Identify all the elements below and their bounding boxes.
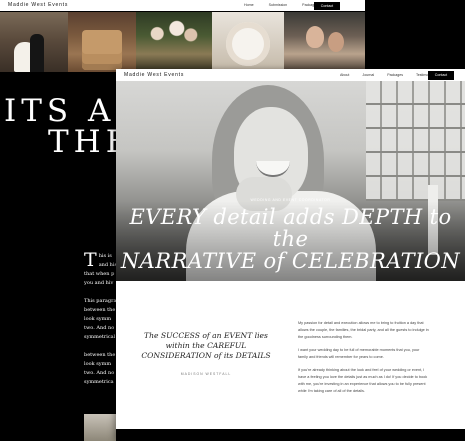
quote-line3: CONSIDERATION of its DETAILS — [141, 351, 271, 360]
back-navbar: Maddie West Events Home Submission Packa… — [0, 0, 365, 11]
gallery-photo-family — [284, 12, 365, 72]
back-paragraph-3: between the look symm two. And no symmet… — [84, 351, 118, 387]
window-frame-shape — [366, 81, 465, 201]
about-paragraph-2: I want your wedding day to be full of me… — [298, 347, 458, 361]
about-paragraph-1: My passion for detail and execution allo… — [298, 320, 458, 341]
front-page-preview: Maddie West Events About Journal Package… — [116, 69, 465, 441]
gallery-photo-cake — [68, 12, 136, 72]
front-navbar: Maddie West Events About Journal Package… — [116, 69, 465, 81]
back-line: look symm — [84, 361, 112, 367]
pull-quote: The SUCCESS of an EVENT lies within the … — [136, 331, 276, 361]
text-line: with me, you're investing in an experien… — [298, 382, 426, 386]
quote-author: MADISON WESTFALL — [180, 372, 232, 376]
text-line: the goodness surrounding them. — [298, 335, 353, 339]
back-paragraph-1: T his is and his that when p you and hiv — [84, 249, 118, 288]
hero-kicker: WEDDING AND EVENT COORDINATOR — [250, 198, 331, 202]
hero-title-line1: EVERY detail adds DEPTH to the — [129, 205, 452, 251]
nav-about[interactable]: About — [340, 73, 349, 77]
text-line: I want your wedding day to be full of me… — [298, 348, 420, 352]
drop-cap: T — [84, 249, 97, 271]
gallery-photo-flowers — [136, 12, 212, 72]
back-line: two. And no — [84, 370, 115, 376]
nav-packages[interactable]: Packages — [387, 73, 403, 77]
plate-shape — [226, 22, 270, 66]
contact-button[interactable]: Contact — [428, 71, 454, 80]
gallery-photo-tablesetting — [212, 12, 284, 72]
text-line: while I'm taking care of all of the deta… — [298, 389, 365, 393]
back-line: you and hiv — [84, 280, 114, 286]
back-line: symmetrical — [84, 334, 116, 340]
back-body-text: T his is and his that when p you and hiv… — [84, 249, 118, 396]
text-line: allows the couple, the families, the bri… — [298, 328, 429, 332]
back-bottom-photo — [84, 414, 118, 441]
about-text: My passion for detail and execution allo… — [298, 320, 458, 401]
back-brand-logo[interactable]: Maddie West Events — [8, 2, 68, 8]
cake-shape — [82, 30, 122, 70]
text-line: family and friends will remember for yea… — [298, 355, 384, 359]
groom-shape — [30, 34, 44, 72]
gallery-photo-couple — [0, 12, 68, 72]
back-line: This paragra — [84, 298, 117, 304]
back-line: that when p — [84, 271, 115, 277]
back-line: his is — [98, 253, 112, 259]
back-paragraph-2: This paragra between the look symm two. … — [84, 297, 118, 342]
hero-title: EVERY detail adds DEPTH to the NARRATIVE… — [116, 206, 465, 272]
back-line: symmetrica — [84, 379, 114, 385]
text-line: My passion for detail and execution allo… — [298, 321, 424, 325]
hero-title-line2: NARRATIVE of CELEBRATION — [120, 249, 461, 273]
back-line: and his — [98, 262, 118, 268]
footer-band — [116, 429, 465, 441]
back-line: between the — [84, 352, 116, 358]
text-line: If you're already thinking about the loo… — [298, 368, 425, 372]
back-line: look symm — [84, 316, 112, 322]
quote-line2: within the CAREFUL — [165, 341, 247, 350]
about-paragraph-3: If you're already thinking about the loo… — [298, 367, 458, 395]
nav-journal[interactable]: Journal — [362, 73, 374, 77]
back-nav-home[interactable]: Home — [244, 3, 254, 7]
flowers-shape — [146, 18, 202, 44]
quote-line1: The SUCCESS of an EVENT lies — [144, 331, 268, 340]
back-nav-submission[interactable]: Submission — [269, 3, 288, 7]
text-line: have a feeling you love the details just… — [298, 375, 428, 379]
back-line: two. And no — [84, 325, 115, 331]
front-brand-logo[interactable]: Maddie West Events — [124, 72, 184, 78]
face-shape — [306, 26, 324, 48]
back-line: between the — [84, 307, 116, 313]
back-contact-button[interactable]: Contact — [314, 2, 340, 10]
face-shape-2 — [328, 32, 344, 52]
